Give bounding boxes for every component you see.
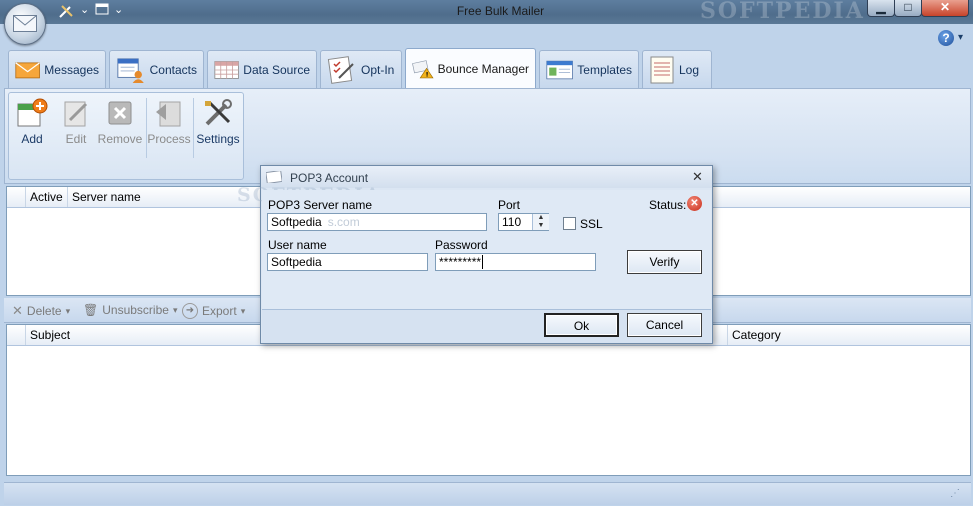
process-button[interactable]: Process [147, 98, 191, 150]
server-name-input[interactable]: Softpedia s.com [267, 213, 487, 231]
tab-contacts[interactable]: Contacts [109, 50, 204, 88]
dialog-close-icon[interactable]: ✕ [692, 169, 703, 185]
edit-icon [64, 101, 88, 127]
settings-label: Settings [196, 132, 240, 146]
chevron-down-icon: ▾ [65, 305, 71, 316]
status-label: Status: [649, 198, 687, 212]
chevron-down-icon: ▾ [240, 305, 246, 316]
ribbon-separator [193, 98, 194, 158]
status-error-icon: ✕ [687, 196, 702, 211]
add-icon [17, 98, 48, 127]
tab-label: Templates [577, 62, 632, 77]
tab-label: Messages [44, 62, 99, 77]
trash-icon: 🗑 [83, 303, 99, 317]
export-label: Export [202, 304, 237, 318]
remove-button[interactable]: Remove [98, 98, 142, 150]
verify-button[interactable]: Verify [627, 250, 702, 274]
server-name-value: Softpedia [271, 215, 322, 229]
tab-log[interactable]: Log [642, 50, 712, 88]
export-button[interactable]: ➜ Export ▾ [182, 303, 245, 319]
chevron-down-icon[interactable]: ▾ [958, 32, 963, 43]
tab-label: Opt-In [361, 62, 395, 77]
window-title: Free Bulk Mailer [456, 4, 545, 18]
port-value: 110 [502, 215, 522, 229]
remove-icon [108, 101, 132, 125]
messages-grid[interactable]: Subject Category [6, 324, 971, 476]
close-icon: ✕ [12, 303, 23, 318]
ssl-checkbox[interactable] [563, 217, 576, 230]
tab-label: Data Source [243, 62, 310, 77]
close-button[interactable]: ✕ [921, 0, 969, 17]
settings-button[interactable]: Settings [196, 98, 240, 150]
minimize-button[interactable]: ▁ [867, 0, 895, 17]
envelope-icon [266, 171, 282, 183]
user-name-value: Softpedia [271, 255, 322, 269]
column-subject[interactable]: Subject [25, 325, 260, 345]
resize-grip-icon[interactable]: ⋰ [950, 488, 964, 502]
dialog-title: POP3 Account [290, 171, 369, 185]
cancel-button[interactable]: Cancel [627, 313, 702, 337]
delete-label: Delete [26, 304, 62, 318]
envelope-icon [13, 15, 37, 32]
column-active[interactable]: Active [25, 187, 66, 207]
port-label: Port [498, 198, 521, 212]
password-value: ********* [439, 255, 482, 269]
tools-quick-icon[interactable] [58, 3, 76, 19]
log-icon [650, 56, 674, 83]
tab-bounce-manager[interactable]: ! Bounce Manager [405, 48, 536, 89]
export-icon: ➜ [182, 303, 198, 319]
tab-label: Bounce Manager [437, 62, 529, 76]
chevron-down-icon[interactable]: ⌄ [114, 3, 123, 19]
checklist-icon [327, 55, 354, 84]
tab-label: Contacts [149, 62, 197, 77]
text-caret [482, 255, 484, 269]
user-name-label: User name [268, 238, 327, 252]
edit-label: Edit [65, 132, 87, 146]
ok-button[interactable]: Ok [544, 313, 619, 337]
table-icon [214, 60, 239, 79]
tab-label: Log [679, 62, 700, 77]
remove-label: Remove [97, 132, 143, 146]
watermark-ghost: s.com [327, 215, 360, 229]
contacts-icon [117, 57, 144, 83]
password-input[interactable]: ********* [435, 253, 596, 271]
ribbon-separator [146, 98, 147, 158]
tab-opt-in[interactable]: Opt-In [320, 50, 402, 88]
settings-icon [205, 99, 232, 126]
edit-button[interactable]: Edit [60, 98, 92, 150]
server-name-label: POP3 Server name [268, 198, 373, 212]
tab-templates[interactable]: Templates [539, 50, 639, 88]
chevron-down-icon[interactable]: ⌄ [80, 3, 89, 19]
column-category[interactable]: Category [727, 325, 972, 345]
password-label: Password [435, 238, 488, 252]
status-bar [4, 482, 971, 505]
port-spinner[interactable]: ▲ ▼ [532, 214, 549, 230]
tab-messages[interactable]: Messages [8, 50, 106, 88]
bounce-warning-icon: ! [412, 60, 434, 79]
user-name-input[interactable]: Softpedia [267, 253, 428, 271]
add-label: Add [21, 132, 43, 146]
process-icon [156, 101, 181, 127]
app-menu-button[interactable] [4, 3, 46, 45]
delete-button[interactable]: ✕ Delete ▾ [12, 303, 70, 319]
help-icon[interactable]: ? [938, 30, 954, 46]
ssl-label: SSL [580, 217, 603, 231]
svg-text:!: ! [426, 72, 429, 79]
unsubscribe-button[interactable]: 🗑 Unsubscribe ▾ [83, 303, 177, 317]
tab-data-source[interactable]: Data Source [207, 50, 317, 88]
add-button[interactable]: Add [14, 98, 50, 150]
maximize-button[interactable]: □ [894, 0, 922, 17]
template-icon [546, 60, 573, 79]
column-server-name[interactable]: Server name [67, 187, 252, 207]
unsubscribe-label: Unsubscribe [102, 303, 169, 317]
envelope-icon [15, 61, 40, 78]
window-quick-icon[interactable] [95, 3, 109, 19]
chevron-down-icon: ▾ [172, 304, 178, 315]
process-label: Process [147, 132, 191, 146]
